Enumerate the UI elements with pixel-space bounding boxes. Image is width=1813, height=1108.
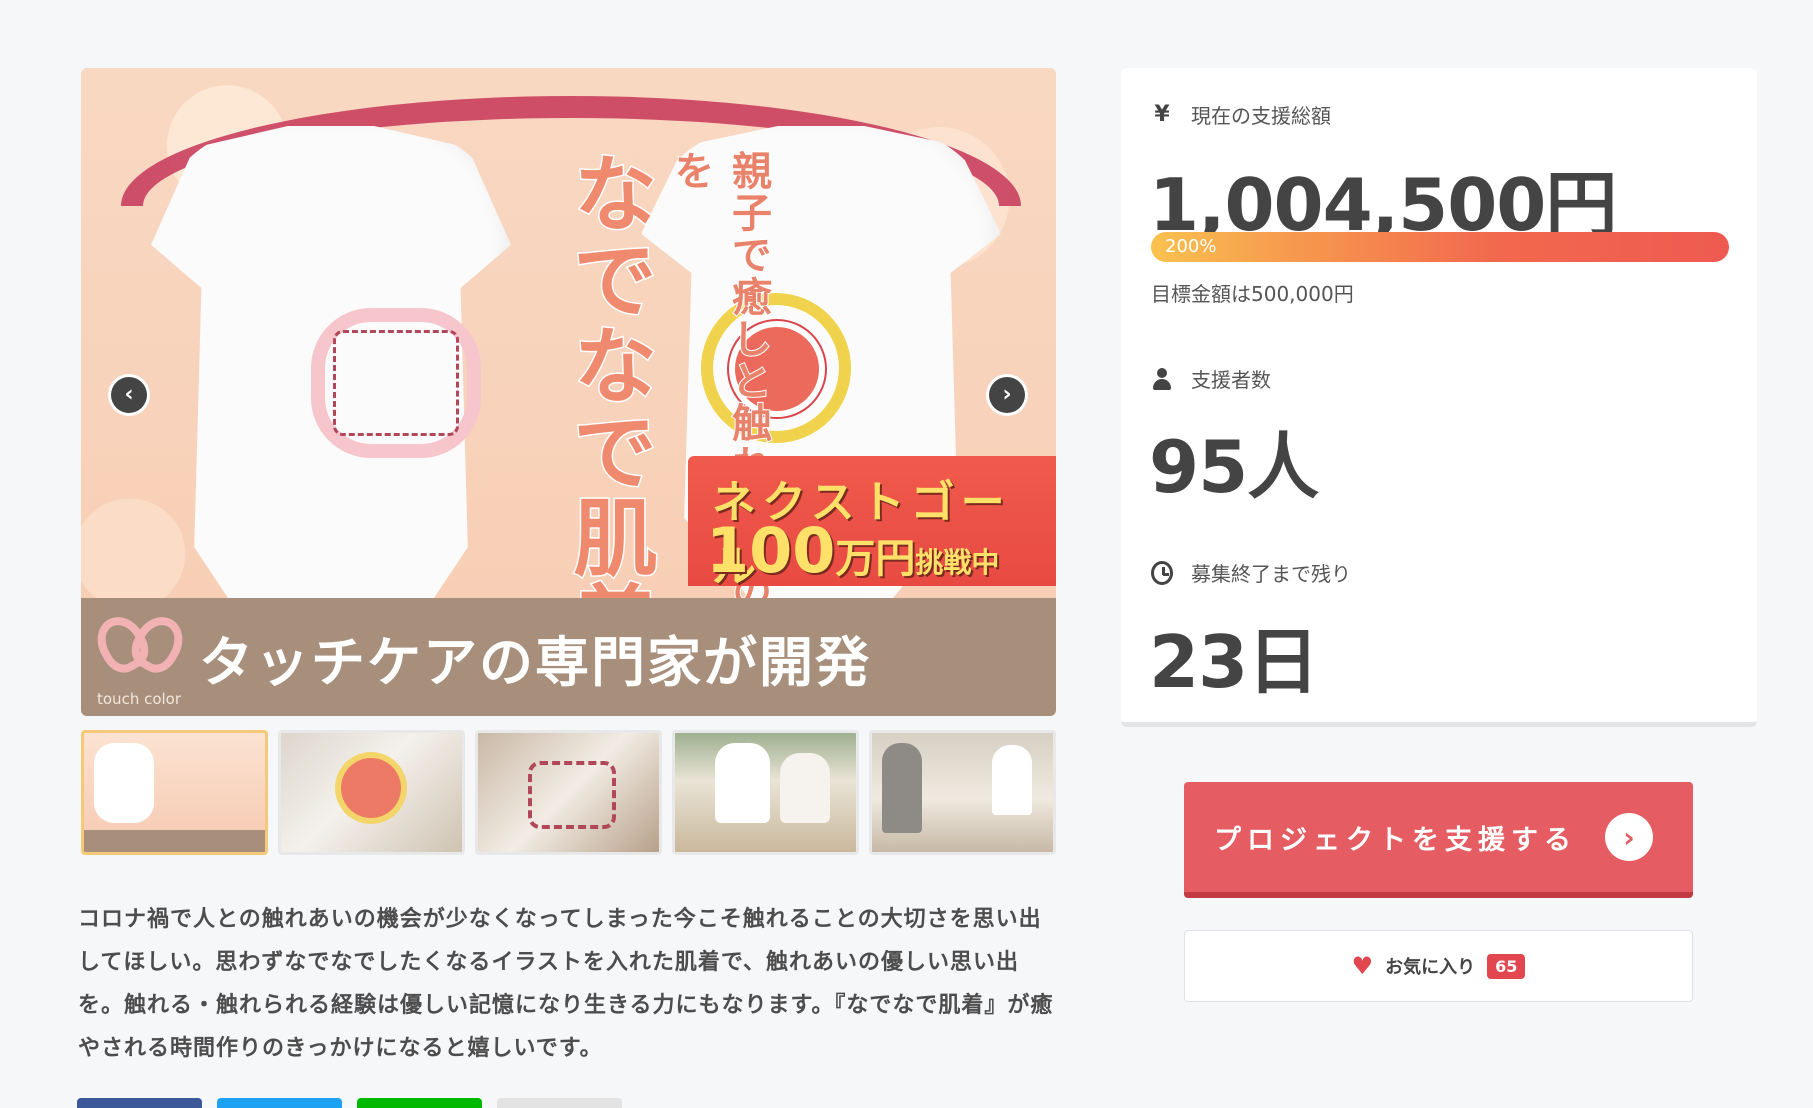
chevron-right-circle-icon: › <box>1605 813 1653 861</box>
twitter-share-button[interactable] <box>217 1098 342 1108</box>
progress-percent: 200% <box>1165 236 1217 257</box>
funding-stats-card: ¥ 現在の支援総額 1,004,500円 200% 目標金額は500,000円 … <box>1121 68 1757 727</box>
facebook-share-button[interactable] <box>77 1098 202 1108</box>
hero-title: なでなで肌着 <box>559 149 660 668</box>
yen-icon: ¥ <box>1154 102 1170 127</box>
amount-label-row: ¥ 現在の支援総額 <box>1151 100 1331 129</box>
thumbnail-2[interactable] <box>278 730 465 855</box>
copy-link-button[interactable] <box>497 1098 622 1108</box>
support-project-button[interactable]: プロジェクトを支援する › <box>1184 782 1693 898</box>
thumbnail-4[interactable] <box>672 730 859 855</box>
hero-band: touch color タッチケアの専門家が開発 <box>81 598 1056 716</box>
amount-label: 現在の支援総額 <box>1191 104 1331 128</box>
backers-label: 支援者数 <box>1191 368 1271 392</box>
next-goal-unit: 万円 <box>835 536 916 582</box>
next-goal-banner: ネクストゴール 100万円挑戦中 <box>688 456 1056 592</box>
heart-icon: ♥ <box>1351 952 1374 980</box>
project-description: コロナ禍で人との触れあいの機会が少なくなってしまった今こそ触れることの大切さを思… <box>78 907 1054 1061</box>
support-button-label: プロジェクトを支援する <box>1214 824 1577 856</box>
touch-color-logo-icon <box>88 608 192 690</box>
hero-band-text: タッチケアの専門家が開発 <box>199 631 871 694</box>
goal-amount-note: 目標金額は500,000円 <box>1151 282 1354 306</box>
carousel-prev-button[interactable]: ‹ <box>108 374 150 416</box>
favorite-button[interactable]: ♥ お気に入り 65 <box>1184 930 1693 1002</box>
remaining-days-value: 23日 <box>1149 620 1319 704</box>
next-goal-tag: 挑戦中 <box>915 546 1000 579</box>
remaining-label-row: 募集終了まで残り <box>1151 558 1351 587</box>
share-buttons <box>77 1098 622 1108</box>
next-goal-number: 100 <box>706 514 836 587</box>
user-icon <box>1151 367 1173 390</box>
brand-name: touch color <box>97 690 182 708</box>
favorite-label: お気に入り <box>1385 957 1476 978</box>
backers-label-row: 支援者数 <box>1151 364 1271 393</box>
chevron-right-icon: › <box>989 377 1025 413</box>
carousel-next-button[interactable]: › <box>986 374 1028 416</box>
hero-image: なでなで肌着 親子で癒しと触れ合いの時間を ネクストゴール 100万円挑戦中 t… <box>81 68 1056 716</box>
funding-progress-bar: 200% <box>1151 232 1729 262</box>
line-share-button[interactable] <box>357 1098 482 1108</box>
thumbnail-5[interactable] <box>869 730 1056 855</box>
chevron-left-icon: ‹ <box>111 377 147 413</box>
favorite-count-badge: 65 <box>1487 953 1526 979</box>
thumbnail-strip <box>81 730 1056 855</box>
backers-value: 95人 <box>1149 425 1319 509</box>
thumbnail-1[interactable] <box>81 730 268 855</box>
next-goal-amount: 100万円挑戦中 <box>706 514 999 587</box>
thumbnail-3[interactable] <box>475 730 662 855</box>
sheep-illustration <box>311 308 481 458</box>
remaining-label: 募集終了まで残り <box>1191 562 1351 586</box>
clock-icon <box>1151 560 1173 585</box>
